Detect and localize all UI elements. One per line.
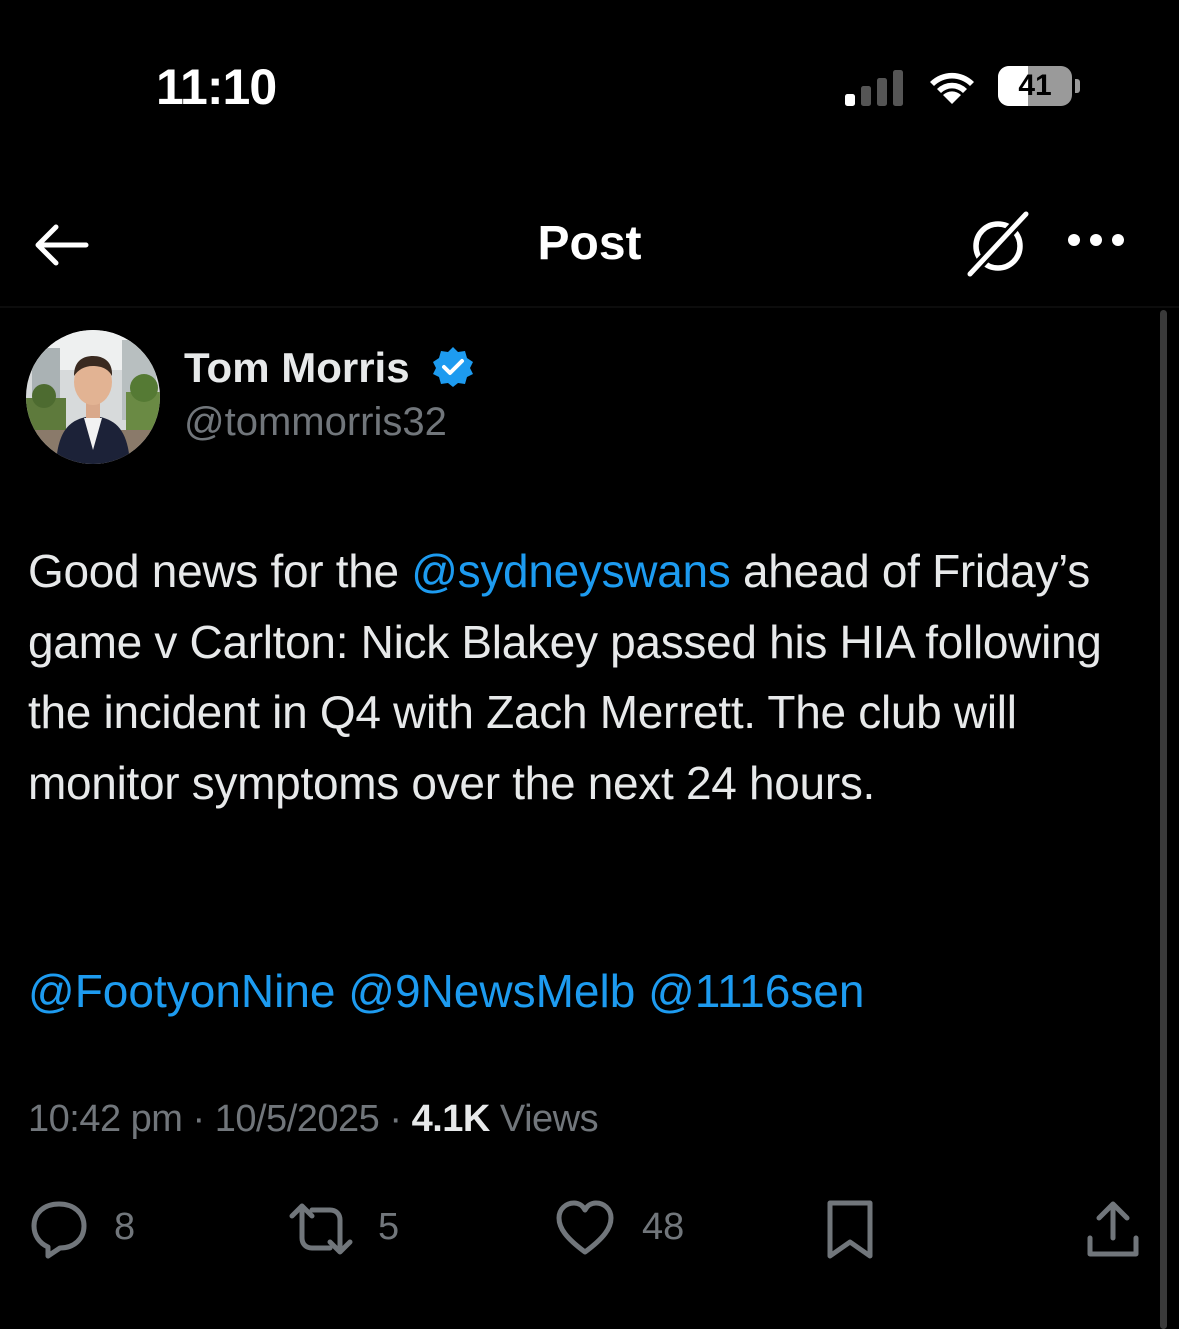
views-label[interactable]: Views [500,1098,599,1140]
post-text-part: Good news for the [28,545,412,597]
repost-button[interactable]: 5 [286,1198,416,1262]
share-icon [1087,1201,1139,1257]
mention-link[interactable]: @sydneyswans [411,545,731,597]
views-count[interactable]: 4.1K [412,1098,491,1140]
header-divider [0,306,1179,308]
mention-link[interactable]: @9NewsMelb [348,965,635,1017]
like-count: 48 [642,1206,685,1248]
bookmark-button[interactable] [822,1198,878,1262]
share-button[interactable] [1084,1198,1142,1262]
scrollbar[interactable] [1160,310,1167,1329]
reply-count: 8 [114,1206,136,1248]
battery-nub [1075,79,1080,93]
post-meta: 10:42 pm · 10/5/2025 · 4.1K Views [28,1098,599,1141]
repost-icon [289,1203,353,1255]
cellular-signal-icon [845,70,903,106]
reply-button[interactable]: 8 [28,1198,148,1262]
wifi-icon [930,72,974,104]
post-header: Post [0,180,1179,308]
mention-link[interactable]: @FootyonNine [28,965,336,1017]
meta-separator: · [389,1098,402,1140]
post-screen: 11:10 41 Post Tom Morris @tommorris32 Go… [0,0,1179,1329]
battery-indicator: 41 [998,66,1084,108]
post-time[interactable]: 10:42 pm [28,1098,183,1140]
more-horizontal-icon[interactable] [1064,230,1128,250]
avatar[interactable] [26,330,160,464]
repost-count: 5 [378,1206,400,1248]
post-mentions: @FootyonNine @9NewsMelb @1116sen [28,956,1153,1026]
heart-icon [556,1200,614,1255]
mention-link[interactable]: @1116sen [648,965,864,1017]
battery-percentage: 41 [1018,69,1052,102]
verified-badge-icon [433,347,473,387]
author-name[interactable]: Tom Morris [184,344,410,392]
like-button[interactable]: 48 [554,1198,704,1262]
grok-icon[interactable] [964,210,1034,280]
post-text: Good news for the @sydneyswans ahead of … [28,536,1153,818]
reply-icon [31,1201,87,1259]
meta-separator: · [192,1098,206,1140]
post-date[interactable]: 10/5/2025 [215,1098,380,1140]
author-handle[interactable]: @tommorris32 [184,400,447,445]
bookmark-icon [827,1200,873,1259]
status-time: 11:10 [156,59,277,115]
